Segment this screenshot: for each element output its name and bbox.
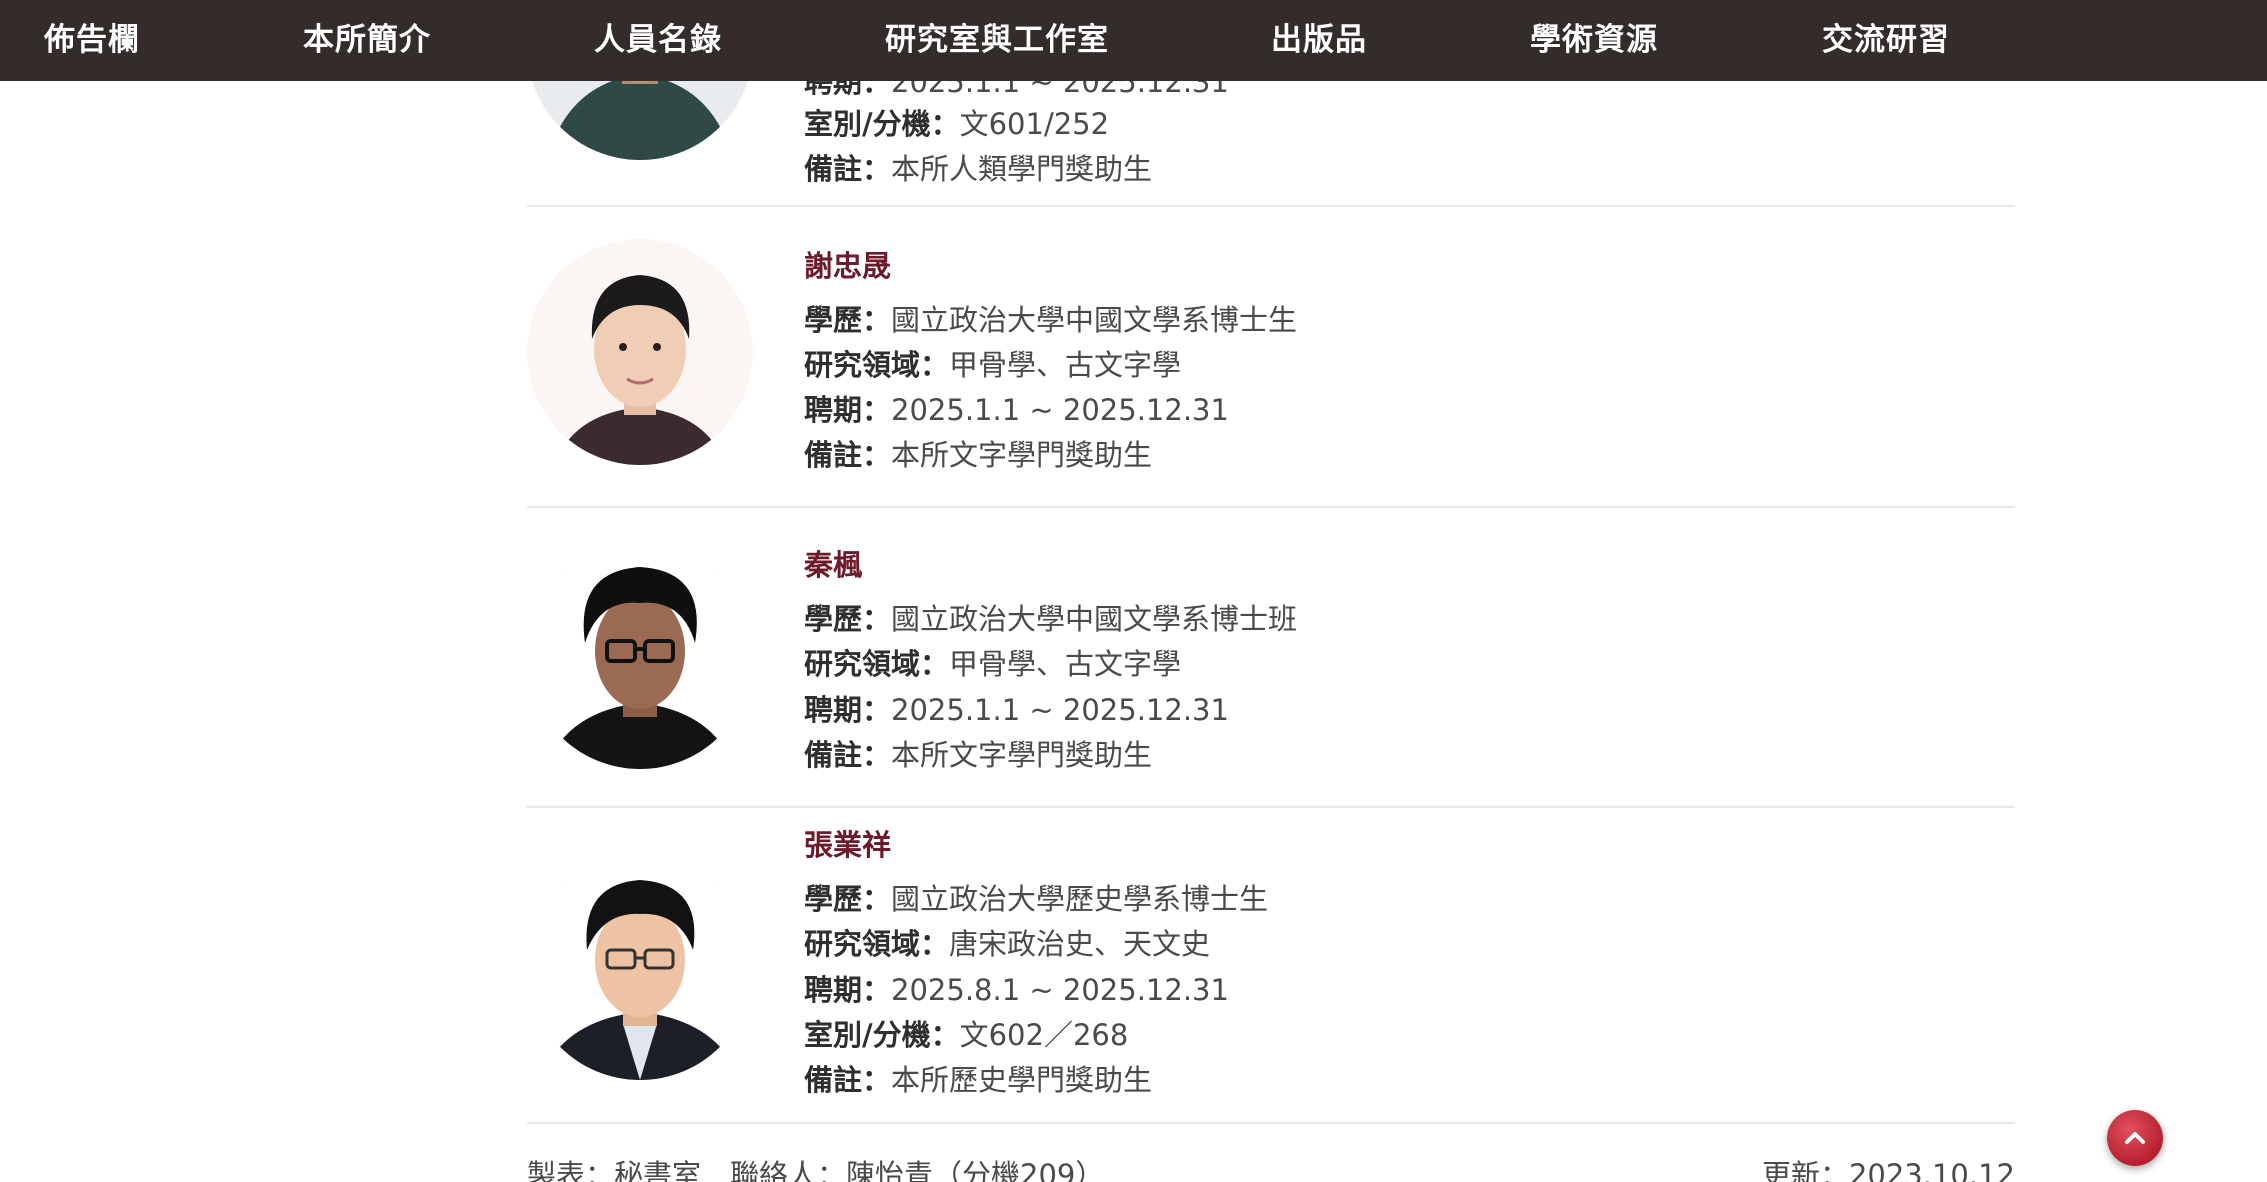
term-field: 聘期：2025.1.1 ~ 2025.12.31	[804, 693, 1229, 727]
back-to-top-button[interactable]	[2107, 1110, 2163, 1166]
person-photo	[527, 854, 753, 1080]
person-photo	[527, 239, 753, 465]
nav-item-exchange[interactable]: 交流研習	[1822, 0, 1950, 81]
education-field: 學歷：國立政治大學中國文學系博士生	[804, 303, 1298, 337]
office-field: 室別/分機：文601/252	[804, 107, 1110, 141]
chevron-up-icon	[2125, 1132, 2145, 1144]
note-field: 備註：本所文字學門獎助生	[804, 438, 1153, 472]
footer-credit: 製表：秘書室 聯絡人：陳怡青（分機209）	[527, 1158, 1105, 1182]
divider	[527, 1122, 2015, 1124]
person-name: 謝忠晟	[804, 249, 892, 283]
note-field: 備註：本所文字學門獎助生	[804, 738, 1153, 772]
person-entry: 張業祥 學歷：國立政治大學歷史學系博士生 研究領域：唐宋政治史、天文史 聘期：2…	[527, 808, 2015, 1124]
main-navigation: 佈告欄 本所簡介 人員名錄 研究室與工作室 出版品 學術資源 交流研習	[0, 0, 2267, 81]
nav-item-about[interactable]: 本所簡介	[303, 0, 431, 81]
education-field: 學歷：國立政治大學中國文學系博士班	[804, 602, 1298, 636]
nav-item-bulletin[interactable]: 佈告欄	[44, 0, 140, 81]
education-field: 學歷：國立政治大學歷史學系博士生	[804, 882, 1269, 916]
office-field: 室別/分機：文602／268	[804, 1018, 1129, 1052]
note-field: 備註：本所歷史學門獎助生	[804, 1063, 1153, 1097]
nav-item-resources[interactable]: 學術資源	[1530, 0, 1658, 81]
person-name: 秦楓	[804, 548, 863, 582]
term-field: 聘期：2025.1.1 ~ 2025.12.31	[804, 393, 1229, 427]
person-photo	[527, 543, 753, 769]
nav-item-labs[interactable]: 研究室與工作室	[885, 0, 1109, 81]
footer-updated: 更新：2023.10.12	[1761, 1158, 2015, 1182]
nav-item-publications[interactable]: 出版品	[1271, 0, 1367, 81]
person-name: 張業祥	[804, 828, 892, 862]
person-entry: 秦楓 學歷：國立政治大學中國文學系博士班 研究領域：甲骨學、古文字學 聘期：20…	[527, 508, 2015, 808]
research-field: 研究領域：甲骨學、古文字學	[804, 348, 1182, 382]
person-entry: 謝忠晟 學歷：國立政治大學中國文學系博士生 研究領域：甲骨學、古文字學 聘期：2…	[527, 207, 2015, 508]
nav-item-staff[interactable]: 人員名錄	[594, 0, 722, 81]
research-field: 研究領域：唐宋政治史、天文史	[804, 927, 1211, 961]
term-field: 聘期：2025.8.1 ~ 2025.12.31	[804, 973, 1229, 1007]
note-field: 備註：本所人類學門獎助生	[804, 152, 1153, 186]
research-field: 研究領域：甲骨學、古文字學	[804, 647, 1182, 681]
